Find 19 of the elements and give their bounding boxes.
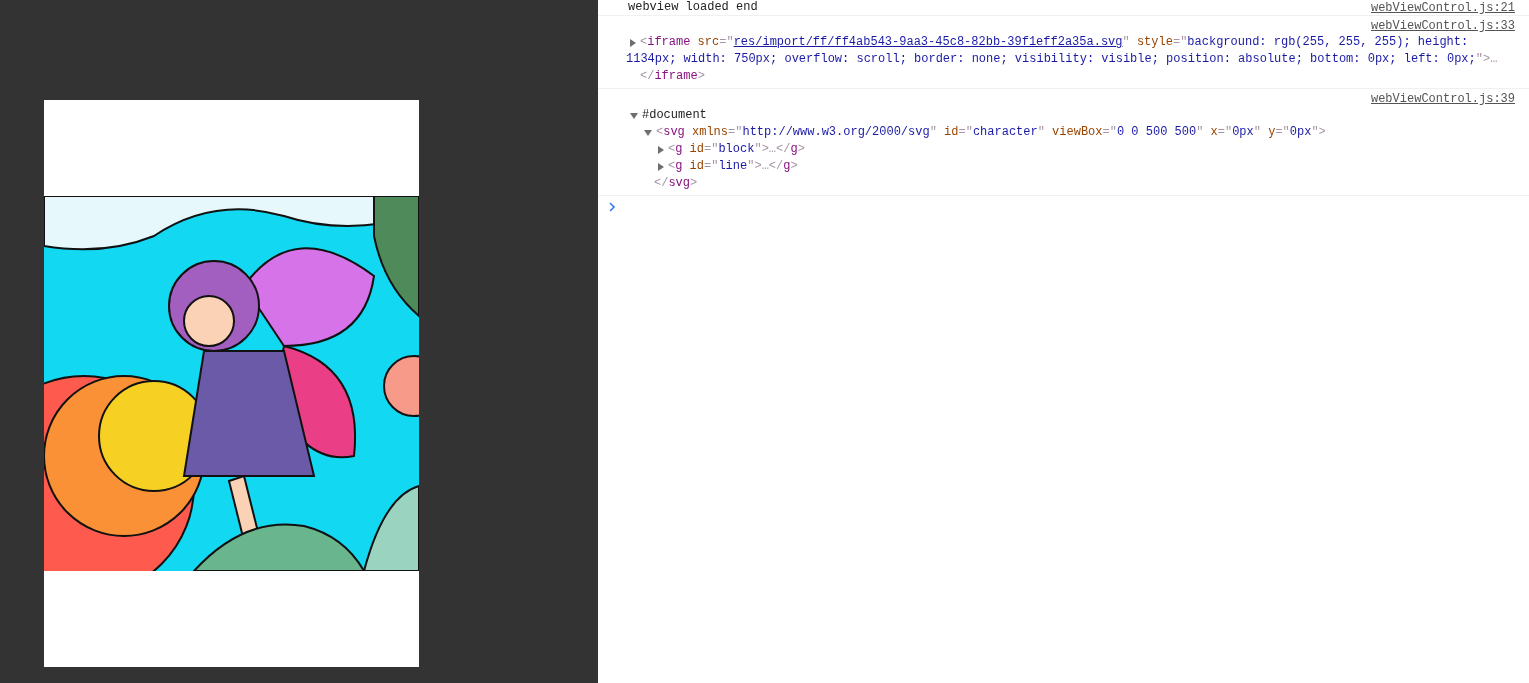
code-line: <g id="line">…</g> xyxy=(668,158,798,175)
code-line: <svg xmlns="http://www.w3.org/2000/svg" id="character" viewBox="0 0 500 500" x="0px" y="0px"> xyxy=(656,124,1326,141)
code-line: </iframe> xyxy=(640,68,705,85)
console-message: webview loaded end xyxy=(628,0,758,14)
triangle-right-icon[interactable] xyxy=(658,163,664,171)
triangle-down-icon[interactable] xyxy=(630,113,638,119)
code-line: <g id="block">…</g> xyxy=(668,141,805,158)
source-link[interactable]: webViewControl.js:39 xyxy=(1370,91,1515,107)
source-link[interactable]: webViewControl.js:21 xyxy=(1370,0,1515,16)
triangle-right-icon[interactable] xyxy=(630,39,636,47)
code-line: 1134px; width: 750px; overflow: scroll; border: none; visibility: visible; position: absolute; bottom: 0px; left: 0px;">… xyxy=(626,51,1498,68)
code-line: <iframe src="res/import/ff/ff4ab543-9aa3-45c8-82bb-39f1eff2a35a.svg" style="background: rgb(255, 255, 255); height: xyxy=(640,34,1469,51)
triangle-down-icon[interactable] xyxy=(644,130,652,136)
prompt-chevron-icon xyxy=(608,202,616,212)
code-line: #document xyxy=(642,107,707,124)
source-link[interactable]: webViewControl.js:33 xyxy=(1370,18,1515,34)
code-line: </svg> xyxy=(654,175,698,192)
triangle-right-icon[interactable] xyxy=(658,146,664,154)
url-link[interactable]: res/import/ff/ff4ab543-9aa3-45c8-82bb-39f1eff2a35a.svg xyxy=(733,35,1123,49)
